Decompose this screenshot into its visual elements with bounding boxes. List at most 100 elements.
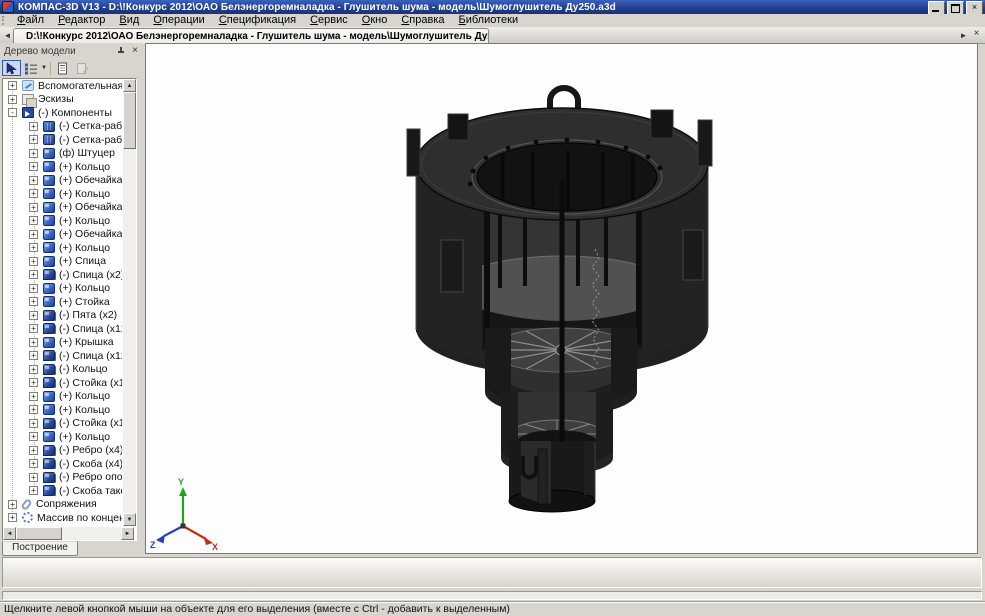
tree-item[interactable]: +(+) Спица <box>3 255 122 269</box>
horizontal-scroll-thumb[interactable] <box>16 527 62 540</box>
tree-item[interactable]: +(-) Сетка-рабица 2 <box>3 133 122 147</box>
restore-button[interactable] <box>947 1 964 15</box>
tree-item[interactable]: +(-) Кольцо <box>3 363 122 377</box>
tree-item[interactable]: +(+) Кольцо <box>3 160 122 174</box>
tree-item[interactable]: +(-) Ребро (x4) <box>3 444 122 458</box>
partm-icon <box>43 350 55 361</box>
expand-toggle-icon[interactable]: + <box>8 513 17 522</box>
tab-scroll-right-icon[interactable]: ► <box>958 30 969 41</box>
panel-close-icon[interactable]: × <box>129 46 141 57</box>
scroll-down-button[interactable]: ▼ <box>123 513 136 526</box>
scroll-left-button[interactable]: ◄ <box>3 527 16 540</box>
expand-toggle-icon[interactable]: + <box>29 473 38 482</box>
composition-button[interactable] <box>73 60 92 76</box>
menu-item[interactable]: Справка <box>394 14 451 27</box>
expand-toggle-icon[interactable]: + <box>29 203 38 212</box>
expand-toggle-icon[interactable]: + <box>29 162 38 171</box>
tree-item[interactable]: +Вспомогательная геоме <box>3 79 122 93</box>
menu-item[interactable]: Сервис <box>303 14 355 27</box>
expand-toggle-icon[interactable]: + <box>29 419 38 428</box>
tree-item[interactable]: -(-) Компоненты <box>3 106 122 120</box>
expand-toggle-icon[interactable]: + <box>29 405 38 414</box>
expand-toggle-icon[interactable]: + <box>29 351 38 360</box>
expand-toggle-icon[interactable]: + <box>29 365 38 374</box>
menu-item[interactable]: Редактор <box>51 14 112 27</box>
menu-item[interactable]: Файл <box>10 14 51 27</box>
tree-item[interactable]: +(-) Скоба такелажн <box>3 484 122 498</box>
tree-item[interactable]: +(-) Спица (x12) <box>3 349 122 363</box>
expand-toggle-icon[interactable]: + <box>29 243 38 252</box>
minimize-button[interactable] <box>928 1 945 15</box>
menu-item[interactable]: Операции <box>146 14 211 27</box>
tree-item[interactable]: +(+) Кольцо <box>3 390 122 404</box>
model-viewport[interactable]: Y X Z <box>145 43 978 554</box>
close-button[interactable]: × <box>966 1 983 15</box>
tree-item[interactable]: +(+) Обечайка <box>3 201 122 215</box>
tree-item[interactable]: +(+) Обечайка <box>3 174 122 188</box>
tree-item[interactable]: +(-) Ребро опорное (х <box>3 471 122 485</box>
tree-item[interactable]: +(+) Обечайка <box>3 228 122 242</box>
expand-toggle-icon[interactable]: + <box>29 392 38 401</box>
tree-horizontal-scrollbar[interactable]: ◄ ► <box>3 527 134 540</box>
expand-toggle-icon[interactable]: + <box>29 122 38 131</box>
tab-scroll-left-icon[interactable]: ◄ <box>2 30 13 41</box>
expand-toggle-icon[interactable]: + <box>8 95 17 104</box>
expand-toggle-icon[interactable]: + <box>8 500 17 509</box>
tree-item[interactable]: +(-) Пята (x2) <box>3 309 122 323</box>
expand-toggle-icon[interactable]: + <box>29 297 38 306</box>
tree-item[interactable]: +(-) Стойка (x12) <box>3 417 122 431</box>
expand-toggle-icon[interactable]: + <box>29 230 38 239</box>
expand-toggle-icon[interactable]: + <box>29 176 38 185</box>
tree-item[interactable]: +(-) Спица (x12) <box>3 322 122 336</box>
menu-item[interactable]: Спецификация <box>212 14 303 27</box>
expand-toggle-icon[interactable]: + <box>29 459 38 468</box>
expand-toggle-icon[interactable]: + <box>29 270 38 279</box>
expand-toggle-icon[interactable]: + <box>29 338 38 347</box>
tree-item[interactable]: +(+) Кольцо <box>3 187 122 201</box>
scroll-up-button[interactable]: ▲ <box>123 79 136 92</box>
selection-mode-button[interactable] <box>2 60 21 76</box>
menu-item[interactable]: Библиотеки <box>452 14 526 27</box>
tree-item[interactable]: +(+) Стойка <box>3 295 122 309</box>
expand-toggle-icon[interactable]: + <box>29 446 38 455</box>
expand-toggle-icon[interactable]: - <box>8 108 17 117</box>
tree-item[interactable]: +(-) Скоба (x4) <box>3 457 122 471</box>
tree-item[interactable]: +(-) Сетка-рабица 1 <box>3 120 122 134</box>
relations-report-button[interactable] <box>54 60 73 76</box>
tree-item[interactable]: +(ф) Штуцер <box>3 147 122 161</box>
tree-item[interactable]: +(+) Кольцо <box>3 430 122 444</box>
tree-item[interactable]: +Массив по концентриче <box>3 511 122 525</box>
tab-construction[interactable]: Построение <box>2 541 78 556</box>
expand-toggle-icon[interactable]: + <box>29 378 38 387</box>
menu-item[interactable]: Окно <box>355 14 395 27</box>
expand-toggle-icon[interactable]: + <box>29 216 38 225</box>
expand-toggle-icon[interactable]: + <box>29 486 38 495</box>
scroll-right-button[interactable]: ► <box>121 527 134 540</box>
tab-close-icon[interactable]: × <box>971 29 982 40</box>
expand-toggle-icon[interactable]: + <box>29 324 38 333</box>
tree-item[interactable]: +(-) Стойка (x12) <box>3 376 122 390</box>
tree-structure-button[interactable] <box>21 60 40 76</box>
menu-item[interactable]: Вид <box>112 14 146 27</box>
pin-icon[interactable] <box>115 46 127 57</box>
tree-item[interactable]: +Сопряжения <box>3 498 122 512</box>
expand-toggle-icon[interactable]: + <box>29 284 38 293</box>
expand-toggle-icon[interactable]: + <box>29 257 38 266</box>
dropdown-arrow-icon[interactable]: ▼ <box>41 65 47 71</box>
expand-toggle-icon[interactable]: + <box>29 189 38 198</box>
tree-item[interactable]: +(+) Кольцо <box>3 214 122 228</box>
expand-toggle-icon[interactable]: + <box>8 81 17 90</box>
tree-item[interactable]: +(-) Спица (x2) <box>3 268 122 282</box>
tree-item[interactable]: +(+) Кольцо <box>3 241 122 255</box>
tree-vertical-scrollbar[interactable]: ▲ ▼ <box>123 79 136 526</box>
expand-toggle-icon[interactable]: + <box>29 432 38 441</box>
vertical-scroll-thumb[interactable] <box>123 92 136 149</box>
tree-item[interactable]: +(+) Крышка <box>3 336 122 350</box>
expand-toggle-icon[interactable]: + <box>29 149 38 158</box>
document-tab[interactable]: D:\!Конкурс 2012\ОАО Белэнергоремналадка… <box>13 28 489 44</box>
expand-toggle-icon[interactable]: + <box>29 311 38 320</box>
expand-toggle-icon[interactable]: + <box>29 135 38 144</box>
tree-item[interactable]: +(+) Кольцо <box>3 403 122 417</box>
tree-item[interactable]: +(+) Кольцо <box>3 282 122 296</box>
tree-item[interactable]: +Эскизы <box>3 93 122 107</box>
